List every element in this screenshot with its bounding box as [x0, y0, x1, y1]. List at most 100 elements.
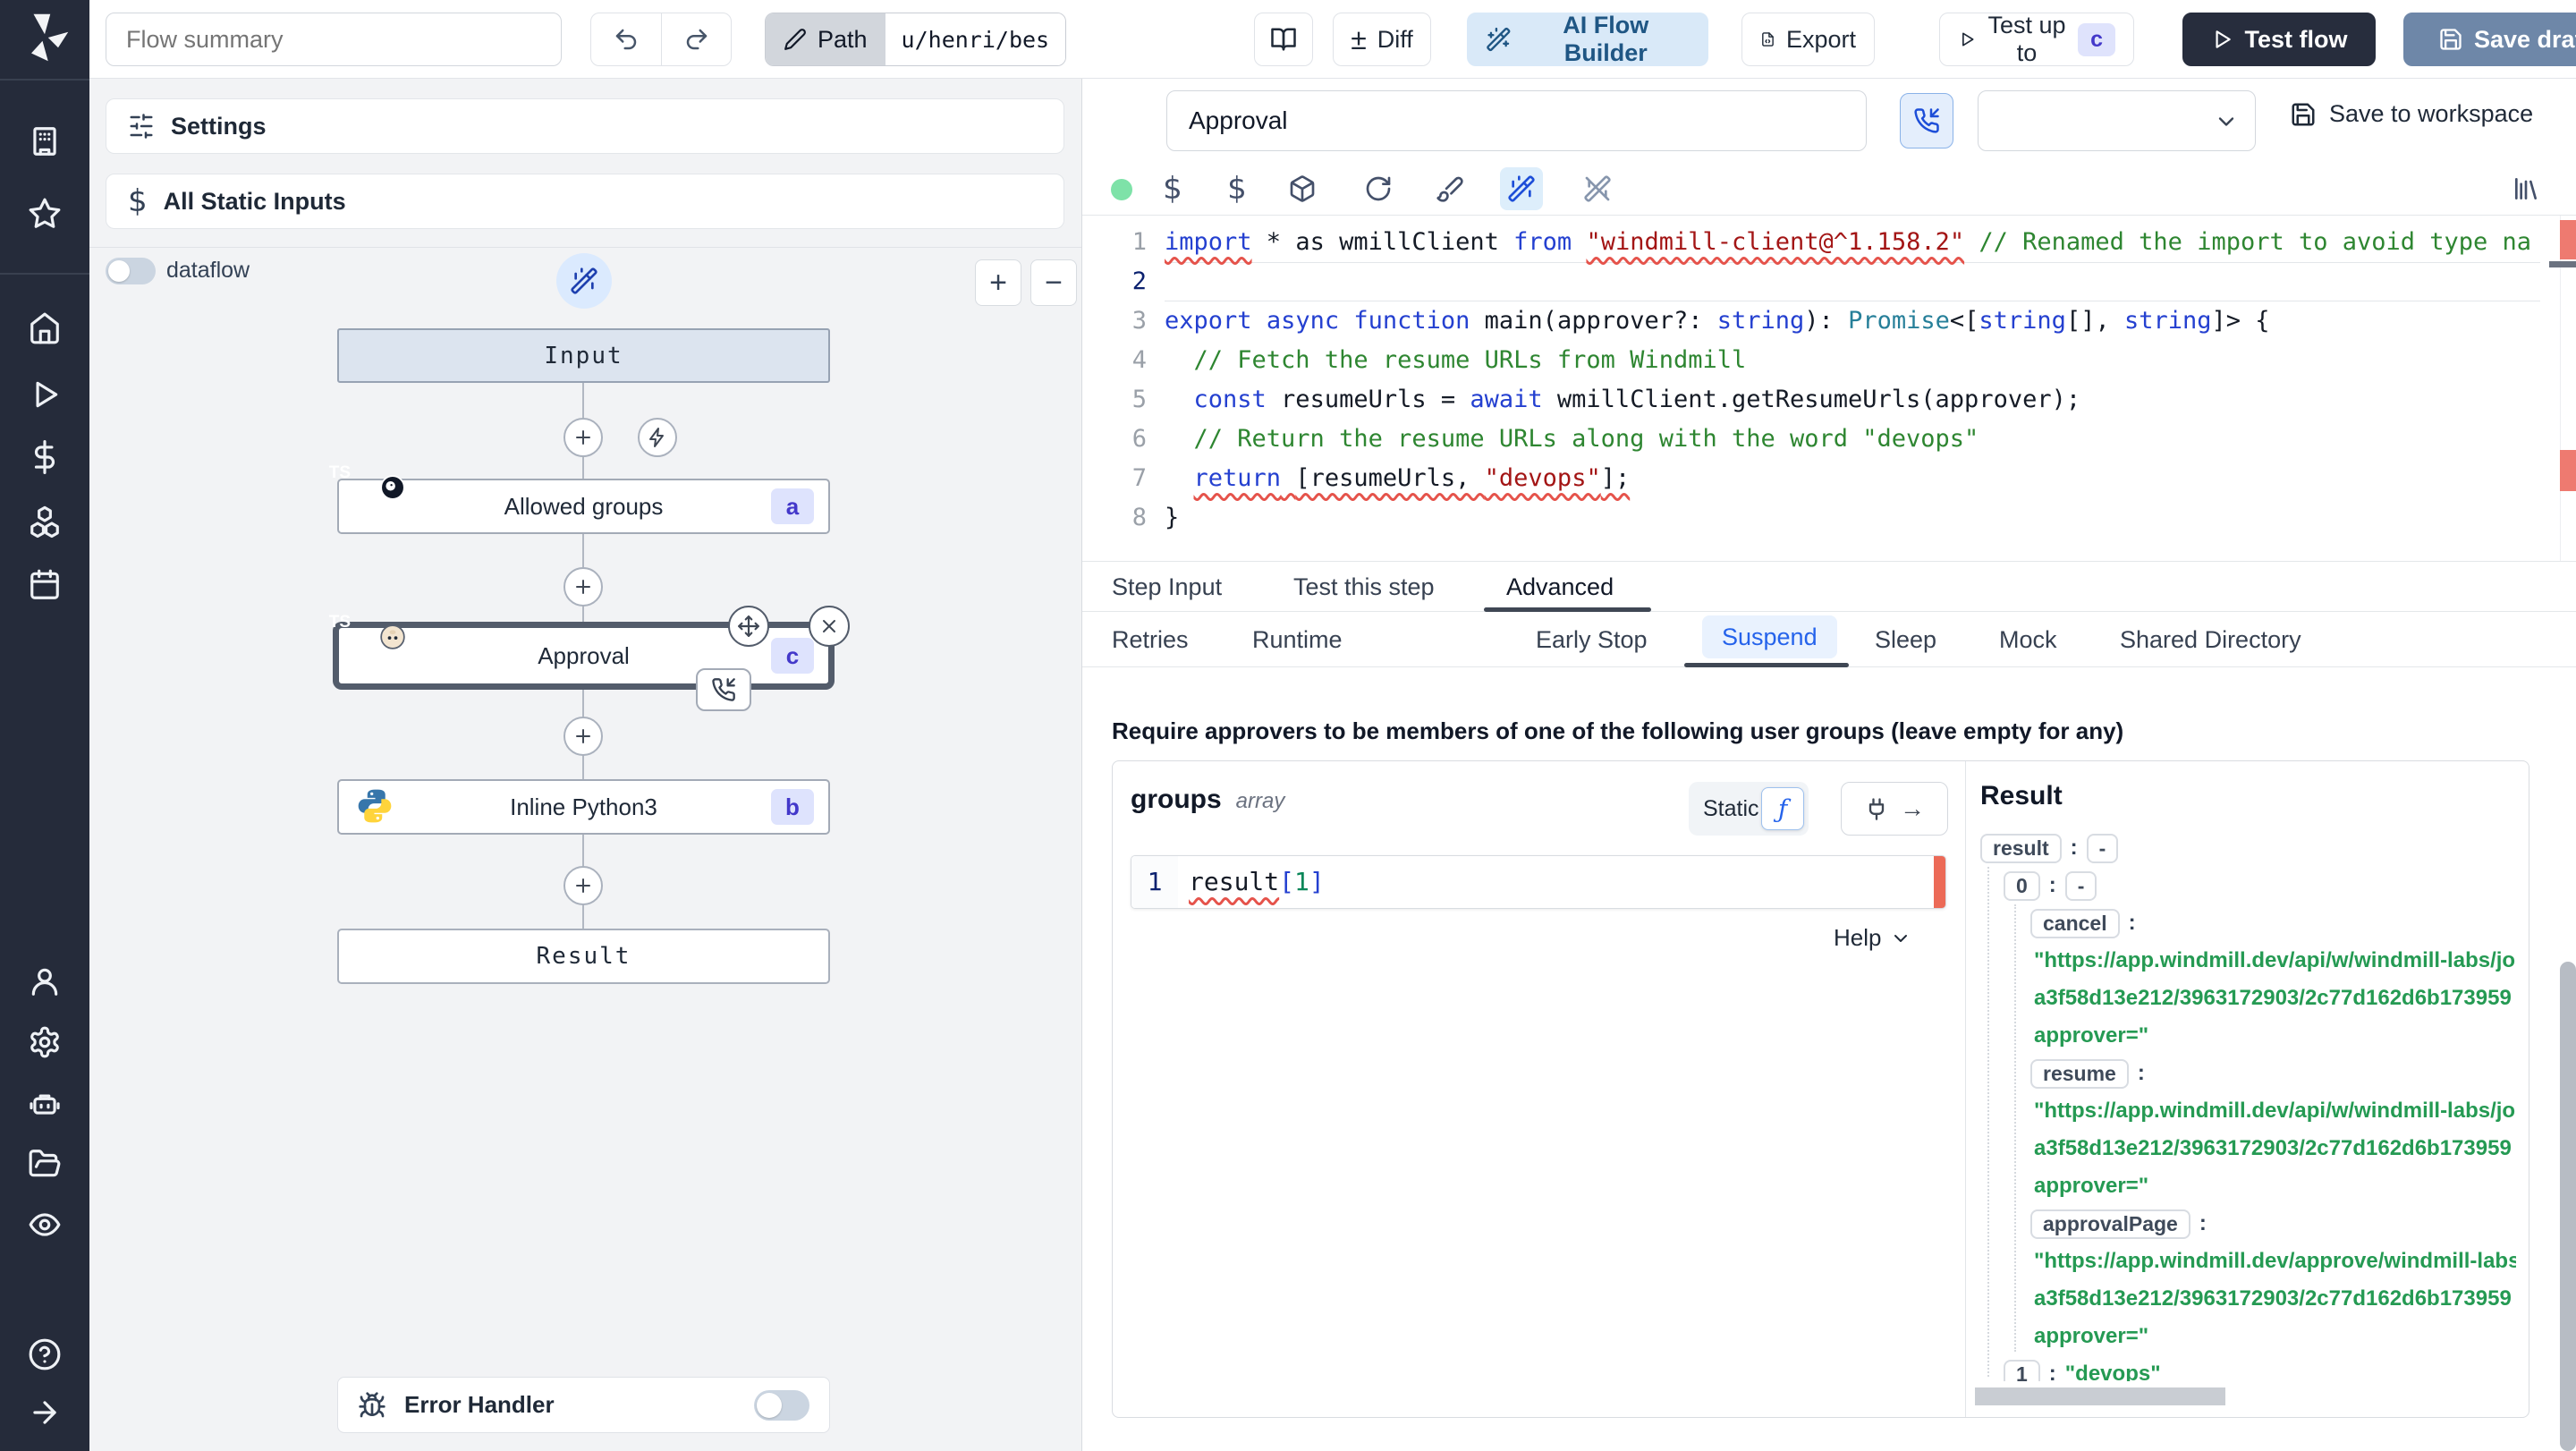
insert-step-button[interactable]	[564, 866, 603, 905]
audit-logs-eye-icon[interactable]	[28, 1208, 62, 1242]
deno-runtime-icon	[380, 475, 405, 500]
play-icon	[2216, 30, 2232, 48]
error-handler-toggle[interactable]	[754, 1389, 809, 1421]
advanced-subtabs: Retries Runtime Early Stop Suspend Sleep…	[1082, 612, 2576, 667]
insert-trigger-zap-button[interactable]	[638, 418, 677, 457]
library-icon[interactable]	[2504, 167, 2547, 210]
result-horizontal-scrollbar[interactable]	[1975, 1387, 2225, 1405]
settings-gear-icon[interactable]	[28, 1025, 62, 1059]
flow-settings-card[interactable]: Settings	[106, 98, 1064, 154]
json-string-value: approver="	[2034, 1324, 2149, 1348]
suspend-approval-button[interactable]	[1900, 93, 1953, 148]
tab-advanced[interactable]: Advanced	[1506, 562, 1614, 612]
zoom-out-button[interactable]: −	[1030, 259, 1077, 306]
json-key-pill[interactable]: resume	[2030, 1058, 2129, 1089]
subtab-sleep[interactable]: Sleep	[1875, 612, 1936, 667]
graph-node-result[interactable]: Result	[337, 929, 830, 984]
help-icon[interactable]	[28, 1337, 62, 1371]
collapse-toggle[interactable]: -	[2064, 870, 2097, 901]
collapse-toggle[interactable]: -	[2086, 833, 2119, 863]
subtab-runtime[interactable]: Runtime	[1252, 612, 1343, 667]
path-button[interactable]: Path u/henri/bes	[765, 13, 1067, 66]
all-static-inputs-card[interactable]: $ All Static Inputs	[106, 174, 1064, 229]
static-mode-toggle[interactable]: Static ƒ	[1689, 782, 1809, 836]
save-to-workspace-button[interactable]: Save to workspace	[2290, 100, 2533, 128]
dataflow-toggle[interactable]	[106, 258, 156, 284]
expand-sidebar-arrow-icon[interactable]	[28, 1396, 62, 1430]
error-handler-card[interactable]: Error Handler	[337, 1377, 830, 1433]
json-key-pill[interactable]: 0	[2004, 870, 2040, 901]
undo-icon[interactable]	[591, 13, 661, 65]
ai-flow-builder-button[interactable]: AI Flow Builder	[1467, 12, 1708, 66]
static-label: Static	[1703, 795, 1759, 821]
runs-play-icon[interactable]	[28, 378, 62, 412]
help-toggle[interactable]: Help	[1834, 924, 1911, 952]
line-number: 5	[1131, 386, 1147, 413]
resources-boxes-icon[interactable]	[28, 505, 62, 539]
json-key-pill[interactable]: cancel	[2030, 908, 2120, 938]
insert-step-button[interactable]	[564, 717, 603, 756]
result-tree-row: approvalPage:	[1980, 1205, 2516, 1243]
graph-node-allowed-groups[interactable]: TS Allowed groups a	[329, 463, 830, 534]
workers-robot-icon[interactable]	[28, 1086, 62, 1120]
json-key-pill[interactable]: approvalPage	[2030, 1209, 2190, 1239]
test-flow-label: Test flow	[2244, 25, 2348, 53]
insert-step-button[interactable]	[564, 418, 603, 457]
subtab-retries[interactable]: Retries	[1112, 612, 1189, 667]
subtab-suspend[interactable]: Suspend	[1702, 615, 1837, 658]
graph-node-input[interactable]: Input	[337, 328, 830, 383]
favorites-star-icon[interactable]	[28, 197, 62, 231]
flow-summary-input[interactable]	[106, 13, 562, 66]
script-version-select[interactable]	[1978, 90, 2256, 151]
json-key-pill[interactable]: result	[1980, 833, 2062, 863]
format-brush-icon[interactable]	[1428, 167, 1471, 210]
groups-expression-editor[interactable]: 1 result[1]	[1131, 855, 1946, 909]
home-icon[interactable]	[28, 311, 62, 345]
schedules-calendar-icon[interactable]	[28, 568, 62, 602]
code-line: export async function main(approver?: st…	[1165, 307, 2270, 335]
step-name-input[interactable]	[1166, 90, 1867, 151]
ai-wand-off-icon[interactable]	[1576, 167, 1619, 210]
redo-icon[interactable]	[661, 13, 731, 65]
insert-step-button[interactable]	[564, 567, 603, 607]
code-line	[1165, 262, 2540, 301]
json-string-value: "devops"	[2064, 1362, 2161, 1381]
suspend-phone-incoming-badge[interactable]	[696, 668, 751, 711]
export-button[interactable]: Export	[1741, 13, 1875, 66]
docs-book-button[interactable]	[1254, 13, 1313, 66]
settings-label: Settings	[171, 112, 267, 140]
package-icon[interactable]	[1281, 167, 1324, 210]
variables-dollar-icon[interactable]	[28, 440, 62, 474]
move-step-button[interactable]	[728, 606, 769, 647]
subtab-shared-directory[interactable]: Shared Directory	[2120, 612, 2301, 667]
ai-graph-wand-button[interactable]	[556, 253, 612, 309]
book-open-icon	[1271, 28, 1296, 51]
json-key-pill[interactable]: 1	[2004, 1359, 2040, 1381]
test-up-to-button[interactable]: Test up to c	[1939, 12, 2134, 66]
add-variable-dollar-icon[interactable]: $	[1151, 167, 1194, 210]
ai-assistant-wand-icon[interactable]	[1500, 167, 1543, 210]
reset-refresh-icon[interactable]	[1357, 167, 1400, 210]
add-resource-dollar-icon[interactable]: $	[1216, 167, 1258, 210]
test-flow-button[interactable]: Test flow	[2182, 13, 2376, 66]
tab-step-input[interactable]: Step Input	[1112, 562, 1222, 612]
function-mode-button[interactable]: ƒ	[1761, 787, 1804, 830]
diff-button[interactable]: ± Diff	[1333, 13, 1431, 66]
subtab-early-stop[interactable]: Early Stop	[1536, 612, 1648, 667]
tab-test-this-step[interactable]: Test this step	[1293, 562, 1435, 612]
subtab-mock[interactable]: Mock	[1999, 612, 2057, 667]
delete-step-button[interactable]	[809, 606, 850, 647]
graph-node-inline-python3[interactable]: Inline Python3 b	[337, 779, 830, 835]
save-draft-button[interactable]: Save draft C	[2403, 13, 2576, 66]
zoom-in-button[interactable]: +	[975, 259, 1021, 306]
page-vertical-scrollbar[interactable]	[2560, 962, 2576, 1451]
folders-icon[interactable]	[28, 1147, 62, 1181]
step-id-badge: b	[771, 789, 814, 825]
line-number: 2	[1131, 267, 1147, 295]
code-editor[interactable]: 1 2 3 4 5 6 7 8 import * as wmillClient from "w…	[1082, 215, 2576, 562]
users-person-icon[interactable]	[28, 964, 62, 998]
windmill-logo-icon[interactable]	[18, 11, 72, 64]
json-colon: :	[2128, 911, 2136, 935]
workspace-icon[interactable]	[28, 124, 62, 158]
connect-input-button[interactable]: →	[1841, 782, 1948, 836]
